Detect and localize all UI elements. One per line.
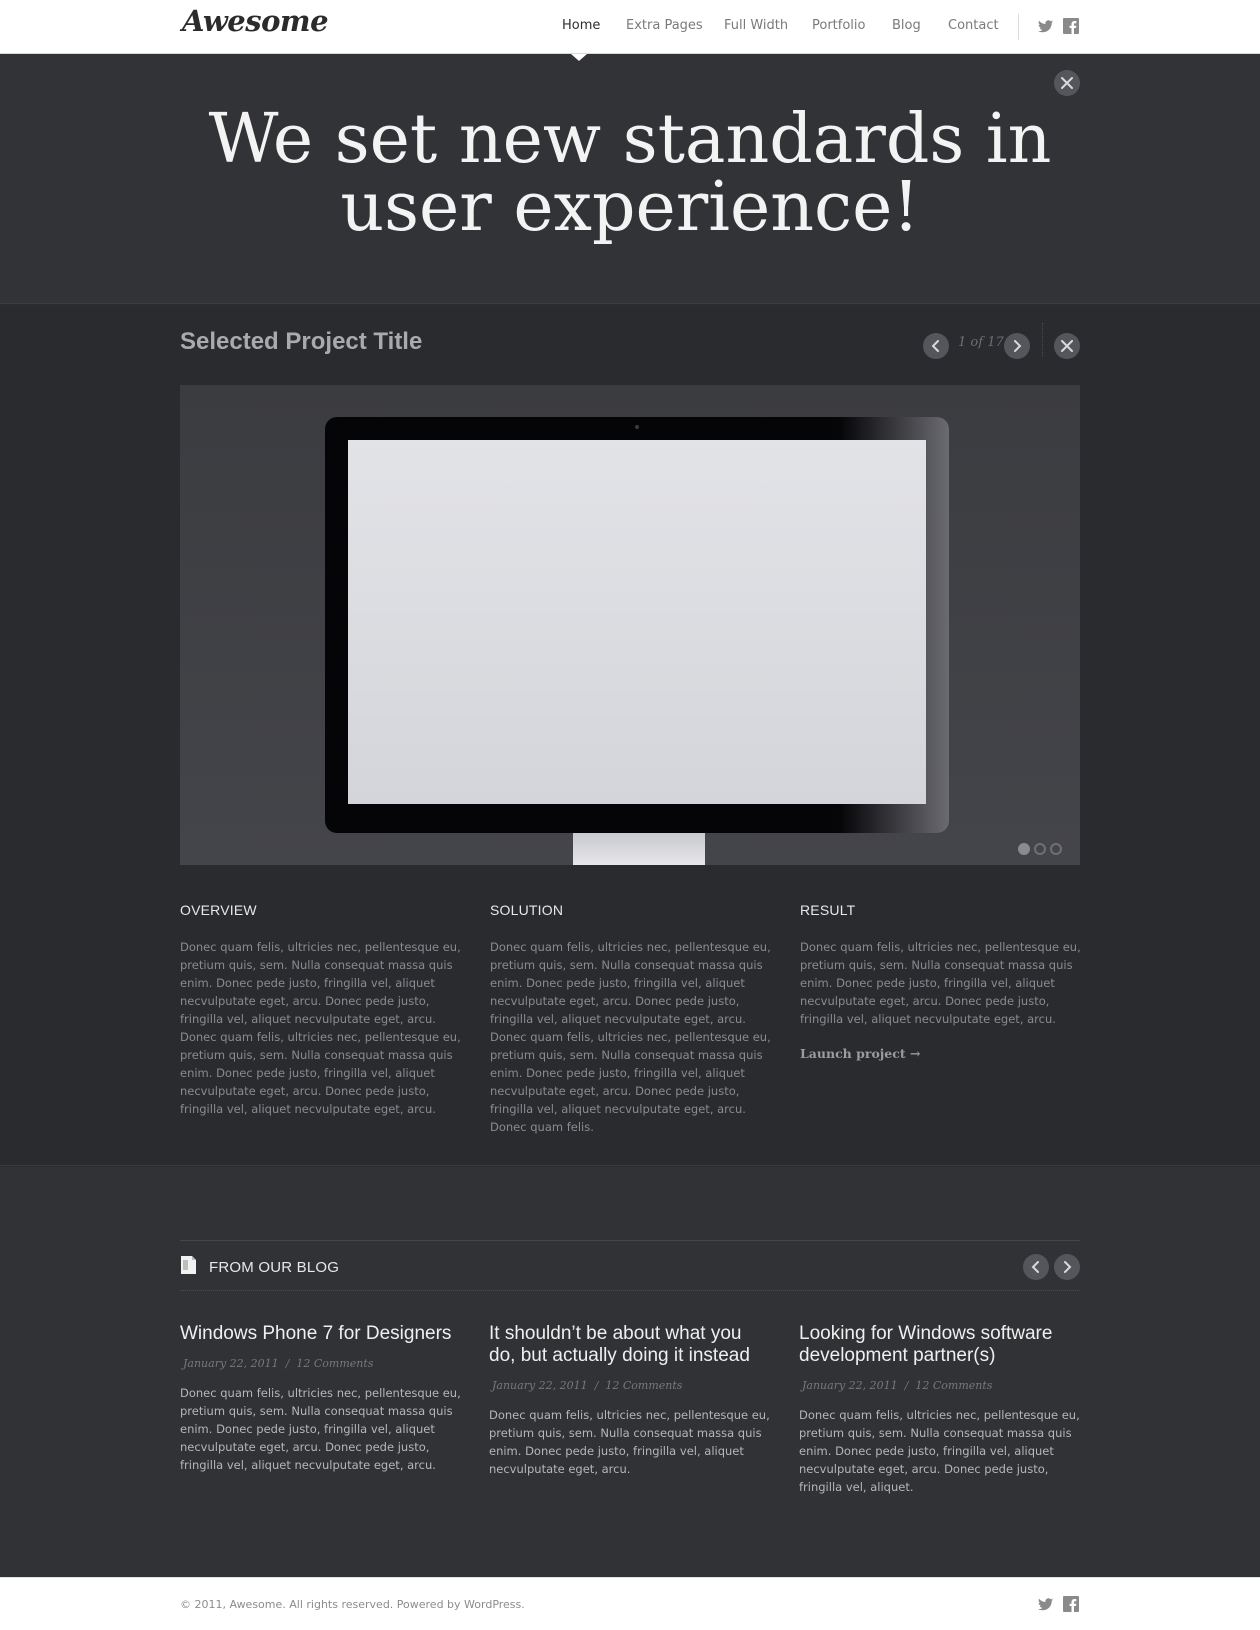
nav-item-contact[interactable]: Contact xyxy=(948,18,999,33)
pager-separator xyxy=(1042,323,1043,357)
launch-project-link[interactable]: Launch project → xyxy=(800,1046,920,1061)
meta-separator: / xyxy=(285,1357,290,1370)
nav-item-full-width[interactable]: Full Width xyxy=(724,18,788,33)
next-project-button[interactable] xyxy=(1004,333,1030,359)
post-title[interactable]: Windows Phone 7 for Designers xyxy=(180,1323,462,1345)
post-comments-link[interactable]: 12 Comments xyxy=(296,1357,373,1370)
chevron-left-icon xyxy=(931,337,941,356)
post-meta: January 22, 2011 / 12 Comments xyxy=(489,1379,771,1392)
prev-project-button[interactable] xyxy=(923,333,949,359)
post-excerpt: Donec quam felis, ultricies nec, pellent… xyxy=(799,1408,1080,1494)
solution-heading: SOLUTION xyxy=(490,902,564,918)
project-close-button[interactable] xyxy=(1054,333,1080,359)
twitter-icon[interactable] xyxy=(1038,1596,1054,1612)
post-comments-link[interactable]: 12 Comments xyxy=(605,1379,682,1392)
post-excerpt: Donec quam felis, ultricies nec, pellent… xyxy=(489,1408,770,1476)
meta-separator: / xyxy=(904,1379,909,1392)
project-pager: 1 of 17 xyxy=(958,335,1004,350)
copyright-text: © 2011, Awesome. All rights reserved. Po… xyxy=(180,1598,525,1611)
solution-column: SOLUTION Donec quam felis, ultricies nec… xyxy=(490,902,772,1136)
blog-post: Windows Phone 7 for Designers January 22… xyxy=(180,1323,462,1474)
chevron-right-icon xyxy=(1012,337,1022,356)
post-comments-link[interactable]: 12 Comments xyxy=(915,1379,992,1392)
monitor-stand xyxy=(573,833,705,865)
site-header: Awesome Home Extra Pages Full Width Port… xyxy=(0,0,1260,54)
document-icon xyxy=(180,1255,197,1279)
post-date: January 22, 2011 xyxy=(492,1379,588,1392)
nav-divider xyxy=(1018,14,1019,40)
facebook-icon[interactable] xyxy=(1063,18,1079,34)
project-title: Selected Project Title xyxy=(180,328,423,355)
meta-separator: / xyxy=(594,1379,599,1392)
slider-dot-2[interactable] xyxy=(1034,843,1046,855)
post-title[interactable]: It shouldn’t be about what you do, but a… xyxy=(489,1323,771,1367)
nav-item-extra-pages[interactable]: Extra Pages xyxy=(626,18,703,33)
overview-heading: OVERVIEW xyxy=(180,902,257,918)
project-section: Selected Project Title 1 of 17 OVERVIEW … xyxy=(0,305,1260,1166)
pager-of: of xyxy=(970,335,984,350)
result-column: RESULT Donec quam felis, ultricies nec, … xyxy=(800,902,1082,1062)
post-date: January 22, 2011 xyxy=(802,1379,898,1392)
close-icon xyxy=(1061,74,1073,93)
twitter-icon[interactable] xyxy=(1038,18,1054,34)
post-date: January 22, 2011 xyxy=(183,1357,279,1370)
blog-post: It shouldn’t be about what you do, but a… xyxy=(489,1323,771,1478)
blog-section: FROM OUR BLOG Windows Phone 7 for Design… xyxy=(0,1167,1260,1577)
blog-next-button[interactable] xyxy=(1054,1254,1080,1280)
hero-section: We set new standards in user experience! xyxy=(0,54,1260,304)
chevron-left-icon xyxy=(1031,1258,1041,1277)
nav-item-home[interactable]: Home xyxy=(562,18,600,33)
active-nav-pointer xyxy=(571,54,587,61)
blog-divider-top xyxy=(180,1240,1080,1241)
project-slider xyxy=(180,385,1080,865)
overview-text: Donec quam felis, ultricies nec, pellent… xyxy=(180,940,461,1116)
hero-title: We set new standards in user experience! xyxy=(0,106,1260,242)
camera-dot xyxy=(635,425,639,429)
site-footer: © 2011, Awesome. All rights reserved. Po… xyxy=(0,1577,1260,1630)
pager-current: 1 xyxy=(958,335,967,350)
facebook-icon[interactable] xyxy=(1063,1596,1079,1612)
post-title[interactable]: Looking for Windows software development… xyxy=(799,1323,1081,1367)
slider-dot-3[interactable] xyxy=(1050,843,1062,855)
solution-text: Donec quam felis, ultricies nec, pellent… xyxy=(490,940,771,1134)
chevron-right-icon xyxy=(1062,1258,1072,1277)
post-excerpt: Donec quam felis, ultricies nec, pellent… xyxy=(180,1386,461,1472)
nav-item-portfolio[interactable]: Portfolio xyxy=(812,18,865,33)
result-text: Donec quam felis, ultricies nec, pellent… xyxy=(800,940,1081,1026)
monitor-screen xyxy=(348,440,926,804)
post-meta: January 22, 2011 / 12 Comments xyxy=(180,1357,462,1370)
blog-header: FROM OUR BLOG xyxy=(180,1255,339,1279)
pager-total: 17 xyxy=(987,335,1004,350)
nav-item-blog[interactable]: Blog xyxy=(892,18,921,33)
overview-column: OVERVIEW Donec quam felis, ultricies nec… xyxy=(180,902,462,1118)
hero-close-button[interactable] xyxy=(1054,70,1080,96)
blog-title: FROM OUR BLOG xyxy=(209,1258,340,1276)
hero-title-line2: user experience! xyxy=(340,168,920,247)
post-meta: January 22, 2011 / 12 Comments xyxy=(799,1379,1081,1392)
slider-dot-1[interactable] xyxy=(1018,843,1030,855)
slider-dots xyxy=(1018,843,1062,855)
blog-prev-button[interactable] xyxy=(1023,1254,1049,1280)
close-icon xyxy=(1061,337,1073,356)
blog-post: Looking for Windows software development… xyxy=(799,1323,1081,1496)
blog-divider-bottom xyxy=(180,1290,1080,1291)
result-heading: RESULT xyxy=(800,902,856,918)
monitor-image xyxy=(325,417,949,833)
